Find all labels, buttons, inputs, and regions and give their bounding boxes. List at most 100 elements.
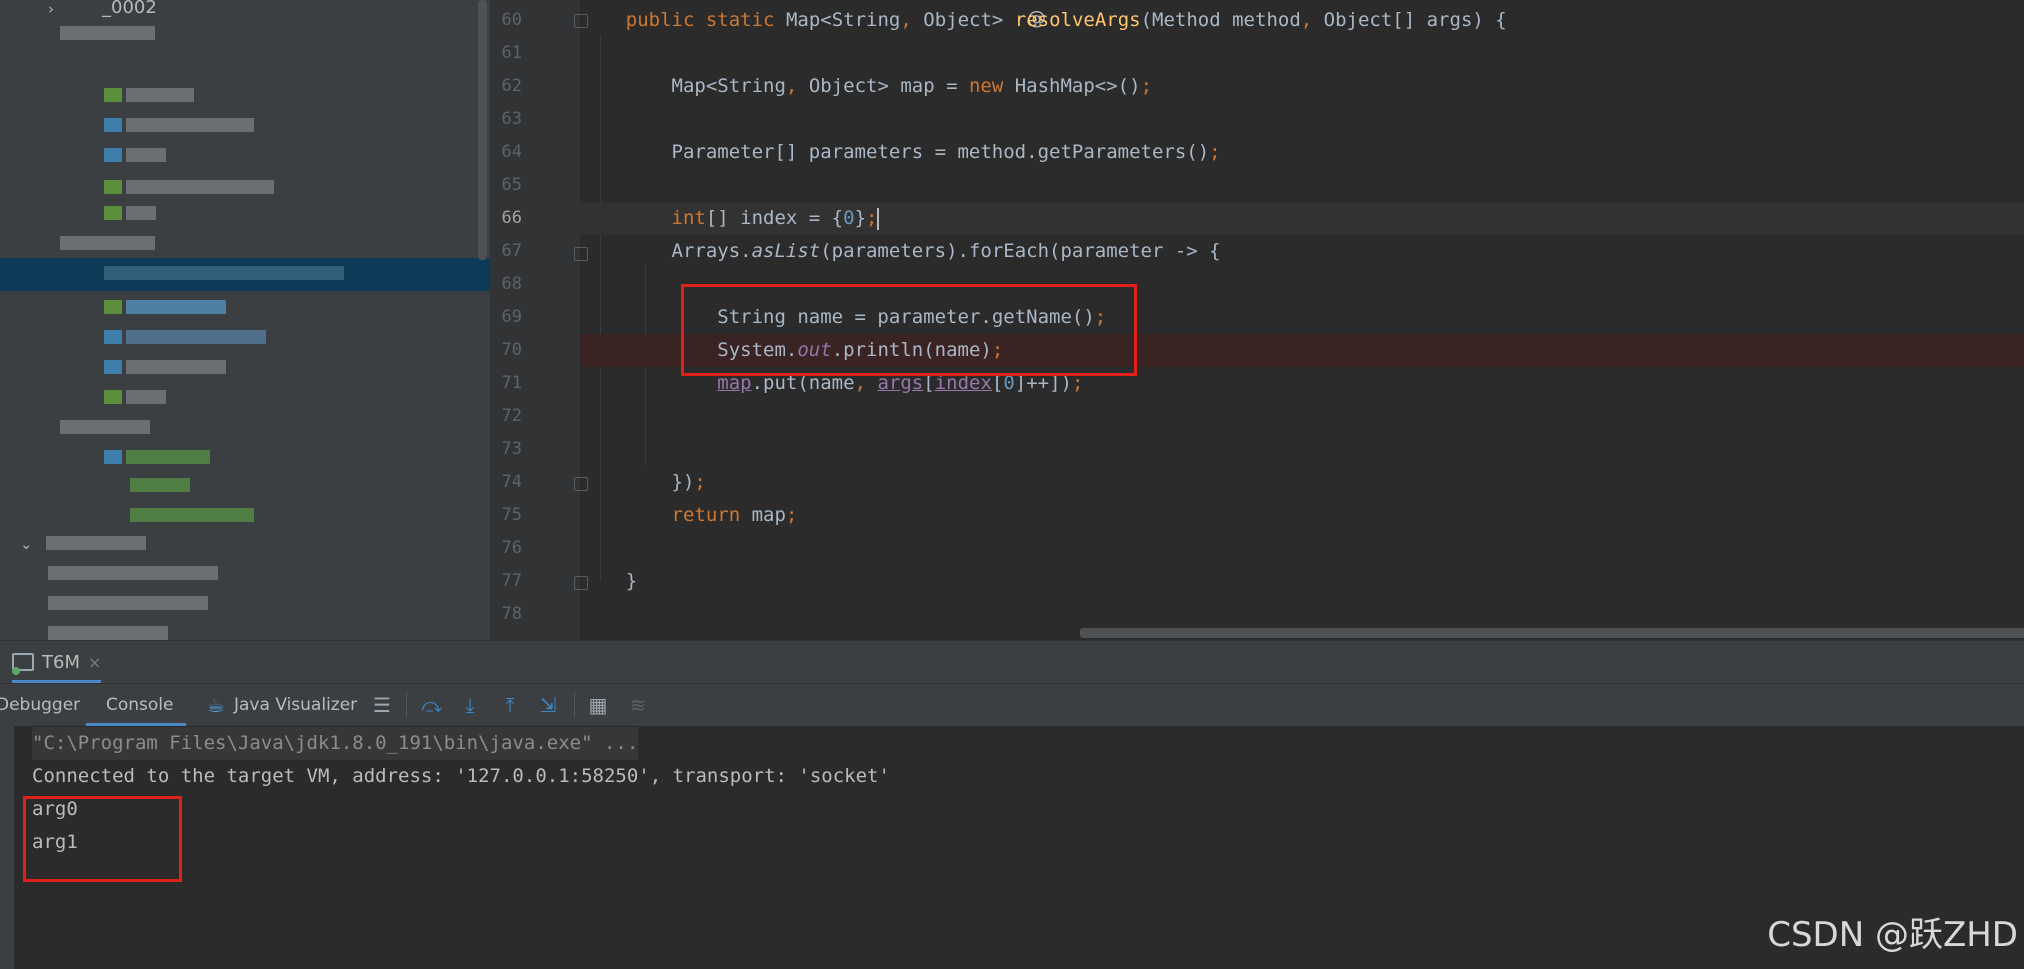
console-output[interactable]: "C:\Program Files\Java\jdk1.8.0_191\bin\…: [0, 726, 2024, 969]
token-params: (Method method: [1140, 9, 1301, 31]
debug-session-tabbar: T6M ×: [0, 640, 2024, 683]
step-out-icon[interactable]: ⤒: [498, 693, 522, 717]
token-text: Arrays.: [671, 240, 752, 262]
token-text: map: [740, 504, 786, 526]
blurred-tree-icon: [104, 300, 122, 314]
token-text: Parameter[] parameters = method.getParam…: [671, 141, 1210, 163]
blurred-tree-entry: [48, 626, 168, 640]
blurred-tree-entry: [126, 148, 166, 162]
menu-icon[interactable]: ☰: [370, 693, 394, 717]
tab-java-visualizer[interactable]: Java Visualizer: [234, 695, 357, 715]
line-number: 64: [501, 142, 522, 162]
blurred-tree-icon: [104, 206, 122, 220]
token-text: }): [671, 471, 695, 493]
code-editor[interactable]: 60 61 62 63 64 65 66 67 68 69 70 71 72 7…: [490, 0, 2024, 640]
line-number: 67: [501, 241, 522, 261]
text-caret: [877, 207, 880, 230]
chevron-down-icon[interactable]: ⌄: [20, 535, 33, 553]
blurred-tree-entry: [126, 206, 156, 220]
token-text: [] index = {: [705, 207, 844, 229]
blurred-tree-entry: [126, 88, 194, 102]
line-number: 60: [501, 10, 522, 30]
line-number-current: 66: [501, 208, 522, 228]
blurred-tree-entry: [104, 266, 344, 280]
tree-scrollbar[interactable]: [478, 0, 487, 260]
blurred-tree-entry: [48, 596, 208, 610]
line-number: 65: [501, 175, 522, 195]
blurred-tree-icon: [104, 148, 122, 162]
java-visualizer-icon: ☕: [207, 693, 225, 717]
highlight-box-code: [681, 284, 1137, 376]
code-line-66-current[interactable]: int[] index = {0};: [580, 202, 2024, 235]
token-comma: ,: [900, 9, 912, 31]
project-tree-panel[interactable]: › _0002 ⌄: [0, 0, 490, 640]
highlight-box-console: [23, 796, 182, 882]
token-text: }: [854, 207, 867, 229]
token-type: Map<String: [671, 75, 786, 97]
code-line-60[interactable]: public static Map<String, Object> resolv…: [580, 4, 2024, 37]
trace-icon[interactable]: ≋: [626, 693, 650, 717]
token-text: HashMap<>(): [1003, 75, 1141, 97]
token-params: Object[] args) {: [1323, 9, 1507, 31]
line-number: 74: [501, 472, 522, 492]
chevron-right-icon[interactable]: ›: [48, 0, 54, 18]
blurred-tree-entry: [60, 26, 155, 40]
blurred-tree-icon: [104, 450, 122, 464]
close-icon[interactable]: ×: [88, 653, 101, 672]
code-line-64[interactable]: Parameter[] parameters = method.getParam…: [580, 136, 2024, 169]
tree-item-label: _0002: [102, 0, 157, 18]
run-to-cursor-icon[interactable]: ⇲: [536, 693, 560, 717]
code-line-62[interactable]: Map<String, Object> map = new HashMap<>(…: [580, 70, 2024, 103]
blurred-tree-icon: [104, 180, 122, 194]
toolbar-separator: [574, 692, 575, 718]
step-over-icon[interactable]: ⤼: [420, 693, 444, 717]
line-number: 75: [501, 505, 522, 525]
blurred-tree-entry: [46, 536, 146, 550]
line-number: 70: [501, 340, 522, 360]
blurred-tree-entry: [126, 360, 226, 374]
code-line-75[interactable]: return map;: [580, 499, 2024, 532]
token-text: }: [625, 570, 638, 592]
token-static-method: asList: [751, 240, 821, 262]
token-text: Object> map =: [808, 75, 969, 97]
token-semicolon: ;: [1140, 75, 1153, 97]
blurred-tree-entry: [126, 390, 166, 404]
debug-session-label: T6M: [42, 651, 80, 673]
console-line: Connected to the target VM, address: '12…: [32, 765, 890, 787]
token-type: Object>: [923, 9, 1015, 31]
token-number: 0: [843, 207, 855, 229]
token-comma: ,: [785, 75, 798, 97]
line-number: 61: [501, 43, 522, 63]
blurred-tree-entry: [130, 478, 190, 492]
line-number: 68: [501, 274, 522, 294]
blurred-tree-entry: [130, 508, 254, 522]
line-number: 62: [501, 76, 522, 96]
blurred-tree-entry: [48, 566, 218, 580]
blurred-tree-icon: [104, 390, 122, 404]
code-line-77[interactable]: }: [580, 565, 2024, 598]
evaluate-icon[interactable]: ▦: [586, 693, 610, 717]
editor-horizontal-scrollbar[interactable]: [1080, 628, 2024, 638]
token-keyword: new: [968, 75, 1004, 97]
debug-toolbar: Debugger Console ☕ Java Visualizer ☰ ⤼ ⤓…: [0, 683, 2024, 727]
blurred-tree-icon: [104, 88, 122, 102]
step-into-icon[interactable]: ⤓: [458, 693, 482, 717]
tab-console[interactable]: Console: [86, 684, 186, 726]
tab-debugger[interactable]: Debugger: [0, 695, 80, 715]
token-comma: ,: [1300, 9, 1313, 31]
token-text: (parameters).forEach(parameter -> {: [820, 240, 1221, 262]
tree-item-0002[interactable]: › _0002: [0, 0, 490, 25]
blurred-tree-entry: [60, 420, 150, 434]
code-line-74[interactable]: });: [580, 466, 2024, 499]
token-semicolon: ;: [866, 207, 878, 229]
code-line-67[interactable]: Arrays.asList(parameters).forEach(parame…: [580, 235, 2024, 268]
line-number: 71: [501, 373, 522, 393]
blurred-tree-icon: [104, 118, 122, 132]
debug-session-tab[interactable]: T6M ×: [12, 647, 102, 683]
blurred-tree-entry: [126, 300, 226, 314]
watermark: CSDN @跃ZHD: [1767, 915, 2018, 955]
blurred-tree-entry: [126, 450, 210, 464]
token-semicolon: ;: [694, 471, 706, 493]
line-number: 63: [501, 109, 522, 129]
blurred-tree-entry: [126, 118, 254, 132]
